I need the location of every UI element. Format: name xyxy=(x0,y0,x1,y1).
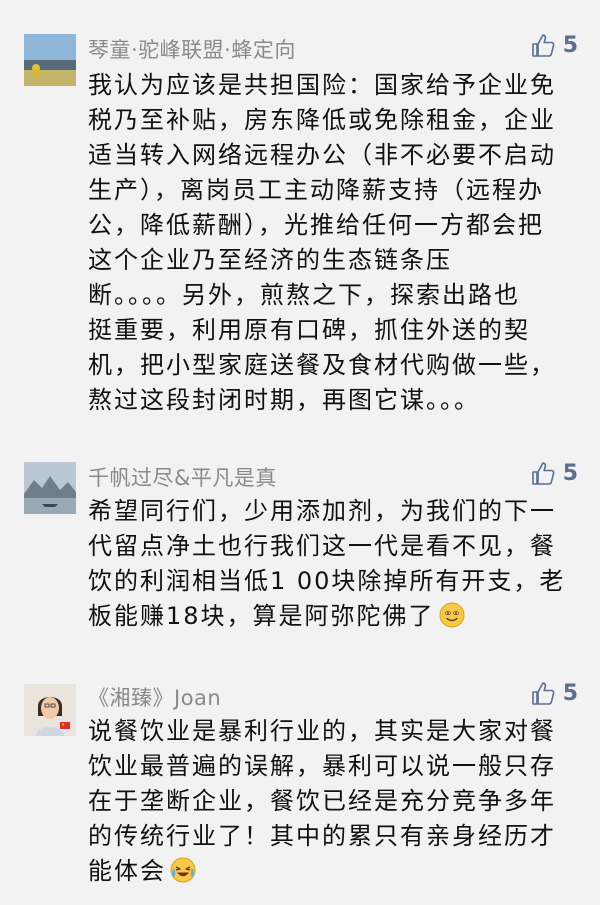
comment-author[interactable]: 千帆过尽&平凡是真 xyxy=(88,462,277,492)
thumbs-up-icon xyxy=(531,462,555,485)
comment-line-with-emoji: 板能赚18块，算是阿弥陀佛了 xyxy=(88,599,580,634)
comment-line-with-emoji: 能体会 xyxy=(88,854,580,889)
comment-line: 适当转入网络远程办公（非不必要不启动 xyxy=(88,141,556,169)
comment-line: 机，把小型家庭送餐及食材代购做一些， xyxy=(88,351,556,379)
comment-line: 熬过这段封闭时期，再图它谋。。。 xyxy=(88,386,480,414)
avatar-landscape-image xyxy=(24,462,76,514)
comment-line: 代留点净土也行我们这一代是看不见，餐 xyxy=(88,532,556,560)
avatar[interactable] xyxy=(24,462,76,514)
like-count: 5 xyxy=(562,460,578,486)
comment-line: 断。。。。另外，煎熬之下，探索出路也 xyxy=(88,281,520,309)
comment-text: 我认为应该是共担国险：国家给予企业免 税乃至补贴，房东降低或免除租金，企业 适当… xyxy=(88,68,580,418)
comment-line: 能体会 xyxy=(88,857,166,885)
comment-line: 公，降低薪酬），光推给任何一方都会把 xyxy=(88,211,544,239)
avatar[interactable] xyxy=(24,684,76,736)
thumbs-up-icon xyxy=(531,682,555,705)
comment-line: 希望同行们，少用添加剂，为我们的下一 xyxy=(88,497,556,525)
comment-item: 琴童·驼峰联盟·蜂定向 5 我认为应该是共担国险：国家给予企业免 税乃至补贴，房… xyxy=(0,0,600,440)
thumbs-up-icon xyxy=(531,34,555,57)
comment-line: 说餐饮业是暴利行业的，其实是大家对餐 xyxy=(88,717,556,745)
comment-item: 千帆过尽&平凡是真 5 希望同行们，少用添加剂，为我们的下一 代留点净土也行我们… xyxy=(0,440,600,660)
comment-line: 这个企业乃至经济的生态链条压 xyxy=(88,246,452,274)
like-count: 5 xyxy=(562,680,578,706)
comment-item: 《湘臻》Joan 5 说餐饮业是暴利行业的，其实是大家对餐 饮业最普遍的误解，暴… xyxy=(0,660,600,905)
like-count: 5 xyxy=(562,32,578,58)
comment-line: 生产），离岗员工主动降薪支持（远程办 xyxy=(88,176,544,204)
comment-author[interactable]: 琴童·驼峰联盟·蜂定向 xyxy=(88,34,296,64)
avatar-landscape-image xyxy=(24,34,76,86)
comment-line: 在于垄断企业，餐饮已经是充分竞争多年 xyxy=(88,787,556,815)
avatar-portrait-image xyxy=(24,684,76,736)
comment-line: 税乃至补贴，房东降低或免除租金，企业 xyxy=(88,106,556,134)
comment-text: 希望同行们，少用添加剂，为我们的下一 代留点净土也行我们这一代是看不见，餐 饮的… xyxy=(88,494,580,634)
like-button[interactable]: 5 xyxy=(531,680,578,706)
comment-text: 说餐饮业是暴利行业的，其实是大家对餐 饮业最普遍的误解，暴利可以说一般只存 在于… xyxy=(88,714,580,889)
comment-line: 的传统行业了！其中的累只有亲身经历才 xyxy=(88,822,556,850)
comment-line: 我认为应该是共担国险：国家给予企业免 xyxy=(88,71,556,99)
crying-laughing-face-icon xyxy=(170,857,196,883)
smiling-face-icon xyxy=(439,602,465,628)
comment-line: 挺重要，利用原有口碑，抓住外送的契 xyxy=(88,316,530,344)
like-button[interactable]: 5 xyxy=(531,32,578,58)
comment-line: 饮的利润相当低1 00块除掉所有开支，老 xyxy=(88,567,566,595)
comment-line: 板能赚18块，算是阿弥陀佛了 xyxy=(88,602,435,630)
comment-line: 饮业最普遍的误解，暴利可以说一般只存 xyxy=(88,752,556,780)
like-button[interactable]: 5 xyxy=(531,460,578,486)
avatar[interactable] xyxy=(24,34,76,86)
comment-author[interactable]: 《湘臻》Joan xyxy=(88,682,221,712)
